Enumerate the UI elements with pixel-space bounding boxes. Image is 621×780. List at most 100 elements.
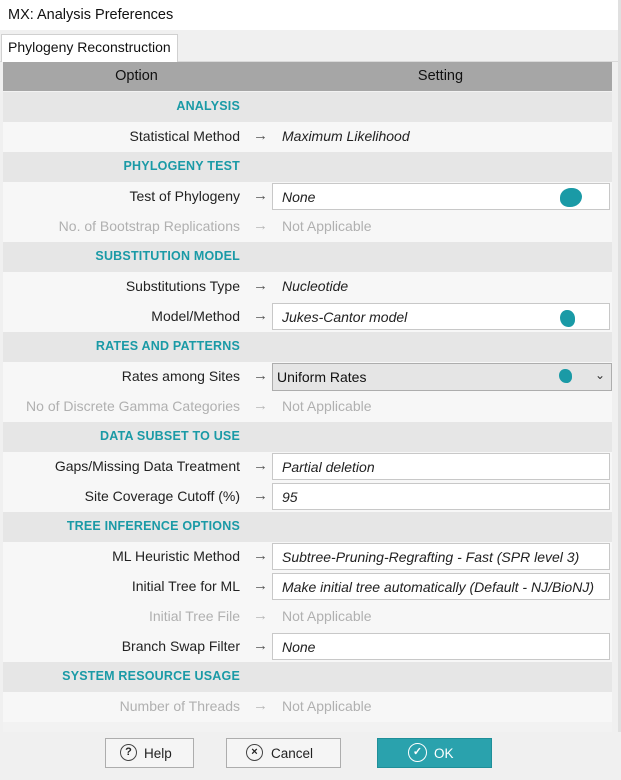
arrow-icon: → [253, 637, 268, 654]
header-setting: Setting [417, 68, 464, 84]
section-tree-inference: TREE INFERENCE OPTIONS [3, 512, 612, 542]
section-analysis: ANALYSIS [3, 92, 612, 122]
chevron-down-icon[interactable]: ⌄ [595, 368, 605, 382]
row-model-method[interactable]: Model/Method → Jukes-Cantor model [3, 302, 612, 332]
option-label: Number of Threads [119, 698, 240, 714]
arrow-icon: → [253, 547, 268, 564]
setting-value: Not Applicable [282, 698, 372, 714]
tab-strip: Phylogeny Reconstruction [0, 30, 621, 62]
option-label: Test of Phylogeny [129, 188, 240, 204]
row-initial-tree-ml[interactable]: Initial Tree for ML → Make initial tree … [3, 572, 612, 602]
option-label: ML Heuristic Method [112, 548, 240, 564]
dialog-footer: ? Help × Cancel ✓ OK [0, 732, 621, 780]
option-label: Initial Tree File [148, 608, 240, 624]
setting-value: Make initial tree automatically (Default… [282, 579, 594, 595]
setting-value: 95 [282, 489, 298, 505]
initial-tree-ml-field[interactable]: Make initial tree automatically (Default… [272, 573, 610, 600]
branch-swap-field[interactable]: None [272, 633, 610, 660]
section-label: PHYLOGENY TEST [123, 159, 240, 173]
row-bootstrap-replications: No. of Bootstrap Replications → Not Appl… [3, 212, 612, 242]
options-grid: Option Setting ANALYSIS Statistical Meth… [3, 62, 612, 732]
arrow-icon: → [253, 607, 268, 624]
cancel-button[interactable]: × Cancel [226, 738, 341, 768]
arrow-icon: → [253, 307, 268, 324]
question-icon: ? [120, 744, 137, 761]
section-label: RATES AND PATTERNS [95, 339, 240, 353]
marker-blob-icon [560, 310, 575, 327]
setting-value: Partial deletion [282, 459, 375, 475]
help-label: Help [144, 746, 172, 761]
grid-header: Option Setting [3, 62, 612, 91]
option-label: Statistical Method [129, 128, 241, 144]
row-initial-tree-file: Initial Tree File → Not Applicable [3, 602, 612, 632]
arrow-icon: → [253, 127, 268, 144]
option-label: Initial Tree for ML [131, 578, 240, 594]
option-label: No of Discrete Gamma Categories [26, 398, 240, 414]
header-option: Option [115, 68, 158, 84]
section-label: SYSTEM RESOURCE USAGE [62, 669, 240, 683]
option-label: Branch Swap Filter [121, 638, 240, 654]
setting-value: Nucleotide [282, 278, 349, 294]
row-statistical-method[interactable]: Statistical Method → Maximum Likelihood [3, 122, 612, 152]
row-test-of-phylogeny[interactable]: Test of Phylogeny → None [3, 182, 612, 212]
check-icon: ✓ [408, 743, 427, 762]
setting-value: Maximum Likelihood [282, 128, 410, 144]
marker-blob-icon [559, 369, 572, 383]
section-phylogeny-test: PHYLOGENY TEST [3, 152, 612, 182]
arrow-icon: → [253, 397, 268, 414]
select-value: Uniform Rates [277, 369, 367, 385]
section-label: ANALYSIS [176, 99, 240, 113]
row-rates-among-sites[interactable]: Rates among Sites → Uniform Rates ⌄ [3, 362, 612, 392]
row-threads: Number of Threads → Not Applicable [3, 692, 612, 722]
site-coverage-field[interactable]: 95 [272, 483, 610, 510]
option-label: Rates among Sites [121, 368, 240, 384]
setting-value: None [282, 189, 316, 205]
gaps-missing-field[interactable]: Partial deletion [272, 453, 610, 480]
section-label: DATA SUBSET TO USE [100, 429, 240, 443]
section-rates-patterns: RATES AND PATTERNS [3, 332, 612, 362]
section-data-subset: DATA SUBSET TO USE [3, 422, 612, 452]
section-label: SUBSTITUTION MODEL [95, 249, 240, 263]
setting-value: Not Applicable [282, 608, 372, 624]
row-ml-heuristic[interactable]: ML Heuristic Method → Subtree-Pruning-Re… [3, 542, 612, 572]
setting-value: Not Applicable [282, 218, 372, 234]
ok-button[interactable]: ✓ OK [377, 738, 492, 768]
row-site-coverage[interactable]: Site Coverage Cutoff (%) → 95 [3, 482, 612, 512]
option-label: Substitutions Type [125, 278, 240, 294]
section-system-resource: SYSTEM RESOURCE USAGE [3, 662, 612, 692]
marker-blob-icon [560, 188, 582, 207]
close-icon: × [246, 744, 263, 761]
setting-value: Not Applicable [282, 398, 372, 414]
arrow-icon: → [253, 697, 268, 714]
arrow-icon: → [253, 457, 268, 474]
row-substitutions-type[interactable]: Substitutions Type → Nucleotide [3, 272, 612, 302]
setting-value: None [282, 639, 316, 655]
option-label: Site Coverage Cutoff (%) [84, 488, 240, 504]
arrow-icon: → [253, 487, 268, 504]
arrow-icon: → [253, 277, 268, 294]
option-label: Model/Method [151, 308, 240, 324]
setting-value: Subtree-Pruning-Regrafting - Fast (SPR l… [282, 549, 580, 565]
ok-label: OK [434, 746, 454, 761]
option-label: Gaps/Missing Data Treatment [54, 458, 240, 474]
rates-among-sites-select[interactable]: Uniform Rates ⌄ [272, 363, 612, 391]
row-branch-swap[interactable]: Branch Swap Filter → None [3, 632, 612, 662]
title-bar: MX: Analysis Preferences [0, 0, 621, 30]
arrow-icon: → [253, 217, 268, 234]
test-of-phylogeny-field[interactable]: None [272, 183, 610, 210]
section-substitution-model: SUBSTITUTION MODEL [3, 242, 612, 272]
arrow-icon: → [253, 187, 268, 204]
row-gamma-categories: No of Discrete Gamma Categories → Not Ap… [3, 392, 612, 422]
window-title: MX: Analysis Preferences [8, 7, 174, 23]
tab-phylogeny-reconstruction[interactable]: Phylogeny Reconstruction [1, 34, 178, 62]
option-label: No. of Bootstrap Replications [58, 218, 240, 234]
model-method-field[interactable]: Jukes-Cantor model [272, 303, 610, 330]
row-gaps-missing[interactable]: Gaps/Missing Data Treatment → Partial de… [3, 452, 612, 482]
help-button[interactable]: ? Help [105, 738, 194, 768]
arrow-icon: → [253, 577, 268, 594]
ml-heuristic-field[interactable]: Subtree-Pruning-Regrafting - Fast (SPR l… [272, 543, 610, 570]
cancel-label: Cancel [271, 746, 314, 761]
setting-value: Jukes-Cantor model [282, 309, 408, 325]
arrow-icon: → [253, 367, 268, 384]
section-label: TREE INFERENCE OPTIONS [66, 519, 240, 533]
